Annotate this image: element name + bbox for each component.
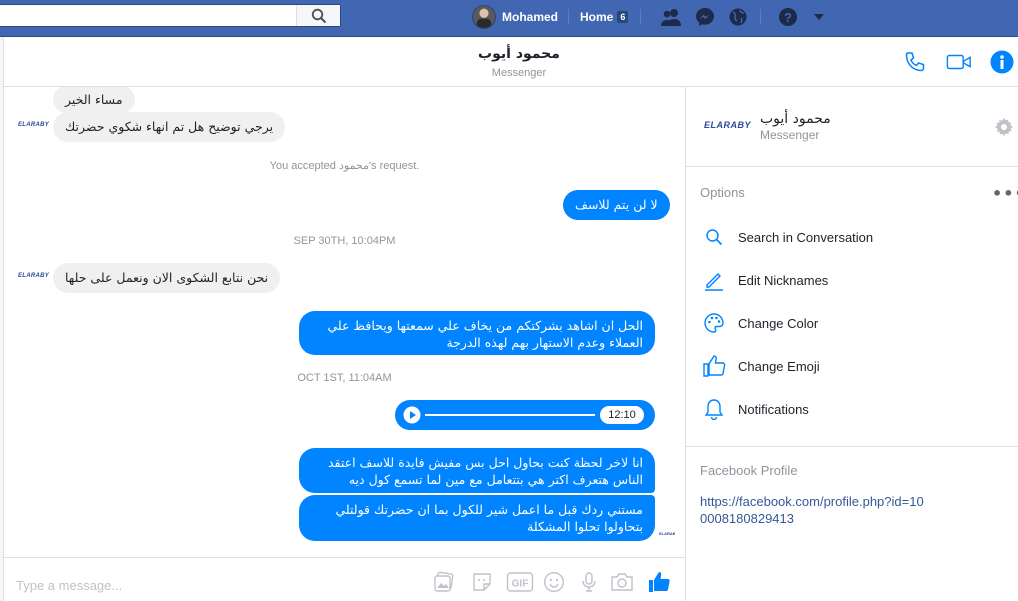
contact-logo: ELARABY	[704, 120, 752, 130]
search-input[interactable]	[0, 4, 341, 27]
divider	[640, 9, 641, 24]
camera-icon[interactable]	[610, 570, 634, 594]
divider	[686, 166, 1018, 167]
option-label: Change Color	[738, 315, 819, 331]
friend-requests-icon[interactable]	[658, 4, 684, 30]
options-title: Options	[700, 185, 745, 200]
conversation-subtitle: Messenger	[491, 67, 547, 79]
info-icon[interactable]	[989, 49, 1015, 75]
option-label: Notifications	[738, 401, 809, 417]
pencil-icon	[700, 266, 728, 294]
like-thumbs-up-icon[interactable]	[647, 570, 671, 594]
contact-name[interactable]: محمود أيوب	[760, 111, 831, 127]
option-label: Edit Nicknames	[738, 272, 829, 288]
sender-logo: ELARABY	[18, 273, 50, 279]
outgoing-message[interactable]: لا لن يتم للاسف	[563, 190, 670, 220]
incoming-message[interactable]: نحن نتابع الشكوى الان ونعمل على حلها	[53, 263, 281, 293]
emoji-icon[interactable]	[542, 570, 566, 594]
option-change-color[interactable]: Change Color	[700, 308, 1000, 338]
gear-icon[interactable]	[992, 115, 1016, 139]
globe-notifications-icon[interactable]	[725, 4, 751, 30]
microphone-icon[interactable]	[577, 570, 601, 594]
outgoing-message[interactable]: مستني ردك قبل ما اعمل شير للكول بما ان ح…	[299, 495, 655, 541]
phone-icon[interactable]	[902, 49, 928, 75]
messenger-icon[interactable]	[692, 4, 718, 30]
palette-icon	[700, 309, 728, 337]
audio-duration: 12:10	[600, 406, 644, 424]
home-link[interactable]: Home 6	[580, 0, 629, 33]
avatar	[472, 4, 496, 29]
home-badge: 6	[617, 10, 629, 23]
message-input[interactable]: Type a message...	[16, 578, 122, 593]
option-notifications[interactable]: Notifications	[700, 394, 1000, 424]
video-call-icon[interactable]	[946, 49, 972, 75]
play-icon[interactable]	[403, 406, 421, 424]
sticker-icon[interactable]	[470, 570, 494, 594]
option-change-emoji[interactable]: Change Emoji	[700, 351, 1000, 381]
more-options-icon[interactable]: •••	[992, 184, 1018, 203]
conversation-title[interactable]: محمود أيوب	[4, 46, 1018, 62]
divider	[568, 9, 569, 24]
profile-link[interactable]: Mohamed	[472, 0, 558, 33]
incoming-message[interactable]: مساء الخير	[53, 87, 135, 113]
option-edit-nicknames[interactable]: Edit Nicknames	[700, 265, 1000, 295]
message-composer: Type a message... GIF	[4, 557, 685, 601]
option-search-in-conversation[interactable]: Search in Conversation	[700, 222, 1000, 252]
request-accepted-notice: You accepted محمود's request.	[269, 160, 420, 172]
outgoing-message[interactable]: انا لاخر لحظة كنت بحاول احل بس مفيش فايد…	[299, 448, 655, 493]
conversation-header: محمود أيوب Messenger	[4, 37, 1018, 87]
bell-icon	[700, 395, 728, 423]
gif-icon[interactable]: GIF	[505, 570, 535, 594]
facebook-profile-link[interactable]: https://facebook.com/profile.php?id=1000…	[700, 493, 930, 527]
timestamp: OCT 1ST, 11:04AM	[297, 372, 392, 384]
sender-logo: ELARABY	[18, 122, 50, 128]
seen-indicator: ELARABY	[659, 531, 675, 535]
voice-message[interactable]: 12:10	[395, 400, 655, 430]
chevron-down-icon[interactable]	[806, 4, 832, 30]
divider	[686, 446, 1018, 447]
thumbs-up-icon	[700, 352, 728, 380]
outgoing-message[interactable]: الحل ان اشاهد بشركتكم من يخاف علي سمعتها…	[299, 311, 655, 355]
svg-text:GIF: GIF	[512, 579, 529, 590]
message-thread[interactable]: مساء الخير يرجي توضيح هل تم انهاء شكوي ح…	[4, 87, 685, 557]
option-label: Search in Conversation	[738, 229, 874, 245]
photo-upload-icon[interactable]	[432, 570, 456, 594]
audio-progress-track[interactable]	[425, 414, 595, 416]
search-button[interactable]	[296, 5, 340, 26]
contact-subtitle: Messenger	[760, 128, 820, 142]
conversation-details-panel: ELARABY محمود أيوب Messenger Options •••…	[685, 87, 1018, 601]
incoming-message[interactable]: يرجي توضيح هل تم انهاء شكوي حضرتك	[53, 112, 286, 142]
divider	[760, 9, 761, 24]
top-navigation-bar: Mohamed Home 6 ?	[0, 0, 1018, 37]
user-name: Mohamed	[502, 9, 559, 24]
option-label: Change Emoji	[738, 358, 820, 374]
search-icon	[700, 223, 728, 251]
svg-text:?: ?	[784, 10, 792, 25]
search-icon	[311, 8, 326, 23]
home-label: Home	[580, 9, 614, 24]
facebook-profile-title: Facebook Profile	[700, 463, 798, 478]
timestamp: SEP 30TH, 10:04PM	[293, 235, 396, 247]
help-icon[interactable]: ?	[775, 4, 801, 30]
